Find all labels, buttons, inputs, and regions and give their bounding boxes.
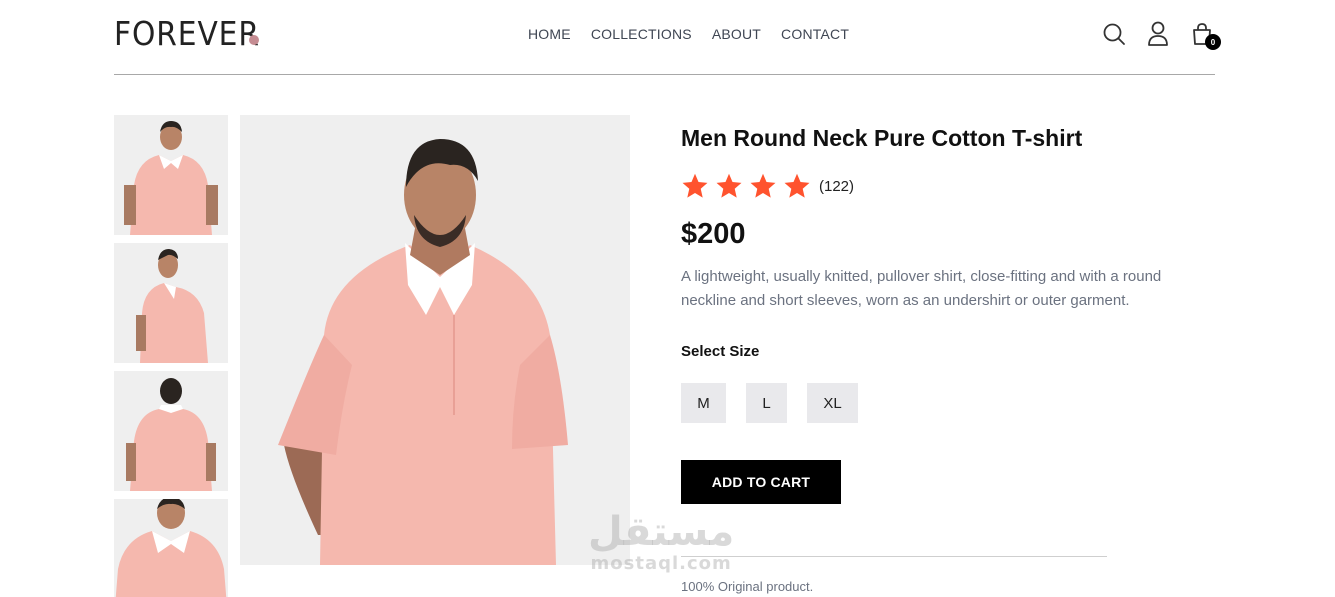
logo-dot: [249, 35, 259, 45]
product-description: A lightweight, usually knitted, pullover…: [681, 268, 1162, 309]
size-option-m[interactable]: M: [681, 383, 726, 423]
star-icon: [784, 173, 810, 198]
product-price: $200: [681, 218, 746, 250]
nav-collections[interactable]: COLLECTIONS: [591, 26, 692, 42]
watermark-latin: mostaql.com: [590, 553, 732, 574]
size-options: M L XL: [681, 383, 1215, 423]
thumbnail-list: [114, 115, 228, 597]
nav-home[interactable]: HOME: [528, 26, 571, 42]
shopping-bag-icon[interactable]: 0: [1189, 20, 1221, 50]
review-count[interactable]: (122): [819, 178, 854, 195]
brand-logo[interactable]: FOREVER: [114, 14, 260, 53]
product-info: Men Round Neck Pure Cotton T-shirt (122)…: [681, 125, 1215, 423]
header-icons: 0: [1101, 20, 1221, 50]
nav-about[interactable]: ABOUT: [712, 26, 761, 42]
thumbnail-back[interactable]: [114, 371, 228, 491]
product-title: Men Round Neck Pure Cotton T-shirt: [681, 125, 1083, 151]
thumbnail-front[interactable]: [114, 115, 228, 235]
site-header: FOREVER HOME COLLECTIONS ABOUT CONTACT 0: [114, 0, 1221, 75]
thumbnail-closeup[interactable]: [114, 499, 228, 597]
divider: [681, 556, 1107, 557]
cart-count-badge: 0: [1205, 34, 1221, 50]
main-product-image[interactable]: [240, 115, 630, 565]
search-icon[interactable]: [1101, 20, 1127, 48]
star-icon: [682, 173, 708, 198]
size-label: Select Size: [681, 343, 760, 360]
star-icon: [716, 173, 742, 198]
nav-contact[interactable]: CONTACT: [781, 26, 849, 42]
size-option-l[interactable]: L: [746, 383, 787, 423]
main-nav: HOME COLLECTIONS ABOUT CONTACT: [528, 26, 849, 42]
user-icon[interactable]: [1145, 20, 1171, 48]
star-icon: [750, 173, 776, 198]
thumbnail-side[interactable]: [114, 243, 228, 363]
size-option-xl[interactable]: XL: [807, 383, 858, 423]
original-product-note: 100% Original product.: [681, 579, 814, 594]
product-rating: (122): [681, 172, 1215, 200]
watermark-arabic: مستقل: [588, 509, 735, 555]
add-to-cart-button[interactable]: ADD TO CART: [681, 460, 841, 504]
watermark: مستقل mostaql.com: [588, 510, 734, 574]
